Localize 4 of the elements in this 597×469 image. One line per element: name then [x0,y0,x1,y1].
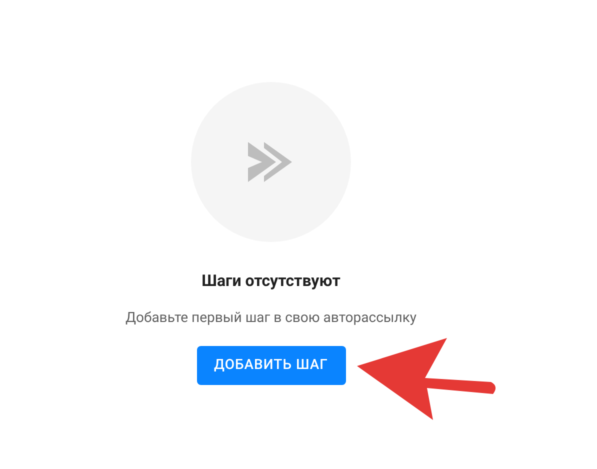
double-chevron-icon [248,142,294,182]
empty-title: Шаги отсутствуют [202,271,340,291]
add-step-button[interactable]: ДОБАВИТЬ ШАГ [196,346,346,385]
empty-description: Добавьте первый шаг в свою авторассылку [125,309,417,327]
